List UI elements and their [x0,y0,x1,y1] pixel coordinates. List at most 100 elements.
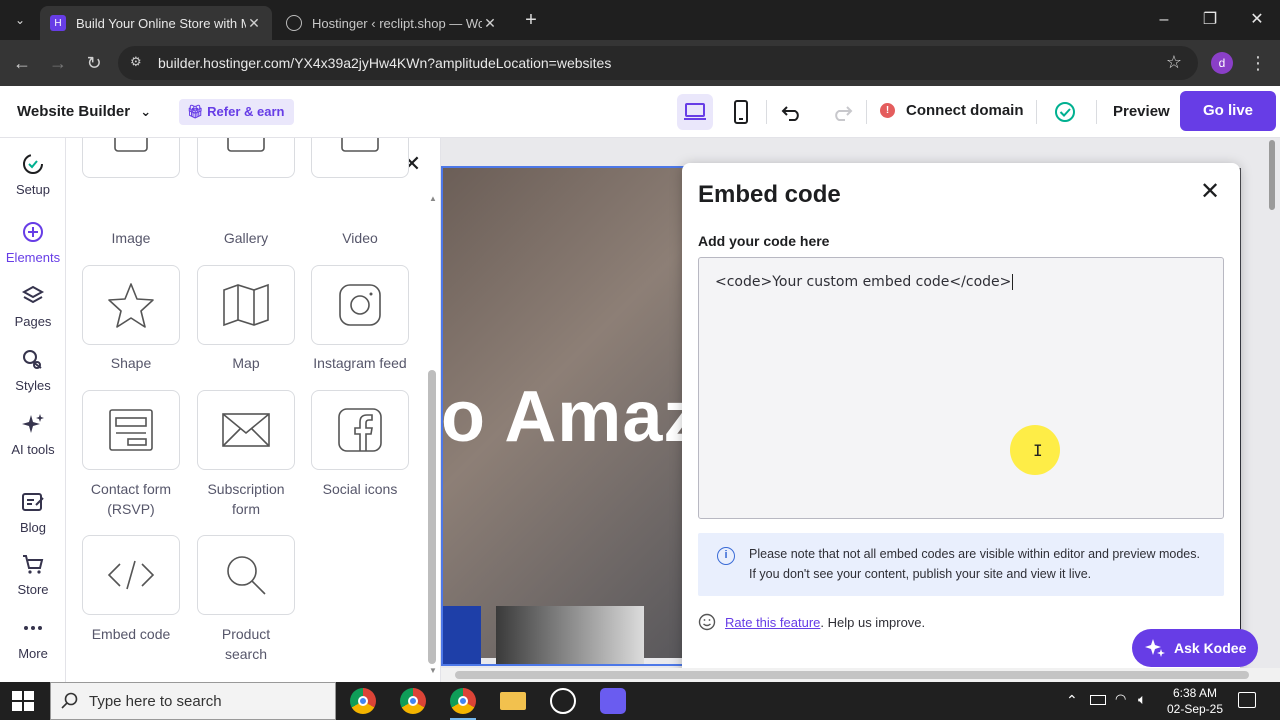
connect-domain-button[interactable]: ! Connect domain [880,102,1024,119]
element-card-map[interactable] [197,265,295,345]
tab-builder[interactable]: H Build Your Online Store with Mu ✕ [40,6,272,40]
taskbar-search-box[interactable]: Type here to search [50,682,336,720]
window-close-icon[interactable]: ✕ [1245,8,1269,32]
element-label: Embed code [91,626,171,642]
element-card-video[interactable] [311,138,409,178]
volume-icon[interactable]: 🔈︎ [1138,691,1146,708]
element-card-social-icons[interactable] [311,390,409,470]
restore-icon[interactable]: ❐ [1198,8,1222,32]
warning-icon: ! [880,103,895,118]
gallery-icon [227,138,265,152]
element-card-embed-code[interactable] [82,535,180,615]
text-caret [1012,274,1014,290]
website-builder-menu[interactable]: Website Builder ⌄ [17,103,151,120]
site-info-icon[interactable]: ⚙ [130,54,148,72]
panel-scrollbar[interactable] [428,370,436,664]
element-card-contact-form[interactable] [82,390,180,470]
minimize-icon[interactable]: – [1152,8,1176,32]
map-icon [223,283,269,327]
url-bar[interactable]: ⚙ builder.hostinger.com/YX4x39a2jyHw4KWn… [118,46,1198,80]
refer-earn-button[interactable]: 🎁︎ Refer & earn [179,99,295,125]
clock-date: 02-Sep-25 [1166,702,1224,716]
profile-avatar[interactable]: d [1211,52,1233,74]
chrome-active-icon[interactable] [450,688,476,714]
code-text: <code>Your custom embed code</code> [715,274,1014,290]
element-card-image[interactable] [82,138,180,178]
rail-item-store[interactable]: Store [0,552,66,597]
taskbar-clock[interactable]: 6:38 AM 02-Sep-25 [1163,685,1227,717]
tab-search-icon[interactable]: ⌄ [10,10,30,30]
element-card-product-search[interactable] [197,535,295,615]
element-card-subscription[interactable] [197,390,295,470]
elements-panel: ✕ Image Gallery Video Shape Map Instagra… [66,138,441,682]
rail-item-blog[interactable]: Blog [0,490,66,535]
plus-circle-icon [23,222,43,242]
rate-suffix: . Help us improve. [820,614,926,630]
rail-label: Styles [15,378,51,393]
close-tab-icon[interactable]: ✕ [482,15,498,32]
reload-icon[interactable]: ↻ [82,51,106,75]
tab-wordpress[interactable]: Hostinger ‹ reclipt.shop — Wor ✕ [276,6,508,40]
browser-menu-icon[interactable]: ⋮ [1246,51,1270,75]
scroll-thumb[interactable] [455,671,1249,679]
element-card-gallery[interactable] [197,138,295,178]
preview-button[interactable]: Preview [1113,103,1170,120]
wifi-icon[interactable]: ◠ [1115,691,1126,707]
app-icon[interactable] [600,688,626,714]
go-live-button[interactable]: Go live [1180,91,1276,131]
windows-start-icon[interactable] [12,691,34,711]
element-card-shape[interactable] [82,265,180,345]
tray-chevron-icon[interactable]: ⌃ [1066,692,1078,709]
status-check-button[interactable] [1047,94,1083,130]
whatsapp-icon[interactable] [550,688,576,714]
back-icon[interactable]: ← [10,51,34,75]
close-dialog-icon[interactable]: ✕ [1200,180,1220,204]
chrome-icon[interactable] [350,688,376,714]
rail-item-ai-tools[interactable]: AI tools [0,412,66,457]
element-card-instagram[interactable] [311,265,409,345]
kodee-sparkle-icon [1145,639,1165,657]
rate-feature-link[interactable]: Rate this feature [725,615,820,630]
file-explorer-icon[interactable] [500,692,526,710]
element-label: Contact form (RSVP) [90,481,172,517]
notice-text: Please note that not all embed codes are… [749,547,1200,581]
canvas-scrollbar[interactable] [1269,140,1275,210]
rail-item-styles[interactable]: Styles [0,348,66,393]
rail-label: Store [17,582,49,597]
rail-item-setup[interactable]: Setup [0,152,66,197]
rail-label: Elements [5,250,61,265]
search-icon [227,556,266,595]
ask-kodee-button[interactable]: Ask Kodee [1132,629,1258,667]
forward-icon[interactable]: → [46,51,70,75]
element-label: Social icons [322,481,398,497]
address-bar-row: ← → ↻ ⚙ builder.hostinger.com/YX4x39a2jy… [0,40,1280,86]
close-tab-icon[interactable]: ✕ [246,15,262,32]
url-text: builder.hostinger.com/YX4x39a2jyHw4KWn?a… [158,55,612,71]
horizontal-scrollbar[interactable] [441,668,1280,682]
sparkle-icon [22,414,44,433]
scroll-down-arrow-icon[interactable]: ▼ [428,666,438,675]
bookmark-star-icon[interactable]: ☆ [1166,52,1182,73]
chevron-down-icon: ⌄ [140,104,152,119]
scroll-up-arrow-icon[interactable]: ▲ [428,194,438,203]
embed-code-textarea[interactable]: <code>Your custom embed code</code> I [698,257,1224,519]
star-icon [108,283,154,328]
rail-label: Setup [16,182,50,197]
rail-item-elements[interactable]: Elements [0,220,66,265]
mobile-view-button[interactable] [723,94,759,130]
info-notice: i Please note that not all embed codes a… [698,533,1224,596]
chrome-profile-icon[interactable] [400,688,426,714]
notifications-icon[interactable] [1238,692,1256,708]
desktop-view-button[interactable] [677,94,713,130]
code-value: <code>Your custom embed code</code> [715,274,1012,290]
undo-button[interactable] [774,94,810,130]
battery-icon[interactable] [1090,695,1106,705]
redo-button[interactable] [824,94,860,130]
edit-icon [22,493,44,511]
rail-item-more[interactable]: More [0,616,66,661]
instagram-icon [339,284,381,326]
new-tab-icon[interactable]: + [520,8,542,32]
redo-icon [835,106,853,121]
divider [1036,100,1037,124]
rail-item-pages[interactable]: Pages [0,284,66,329]
